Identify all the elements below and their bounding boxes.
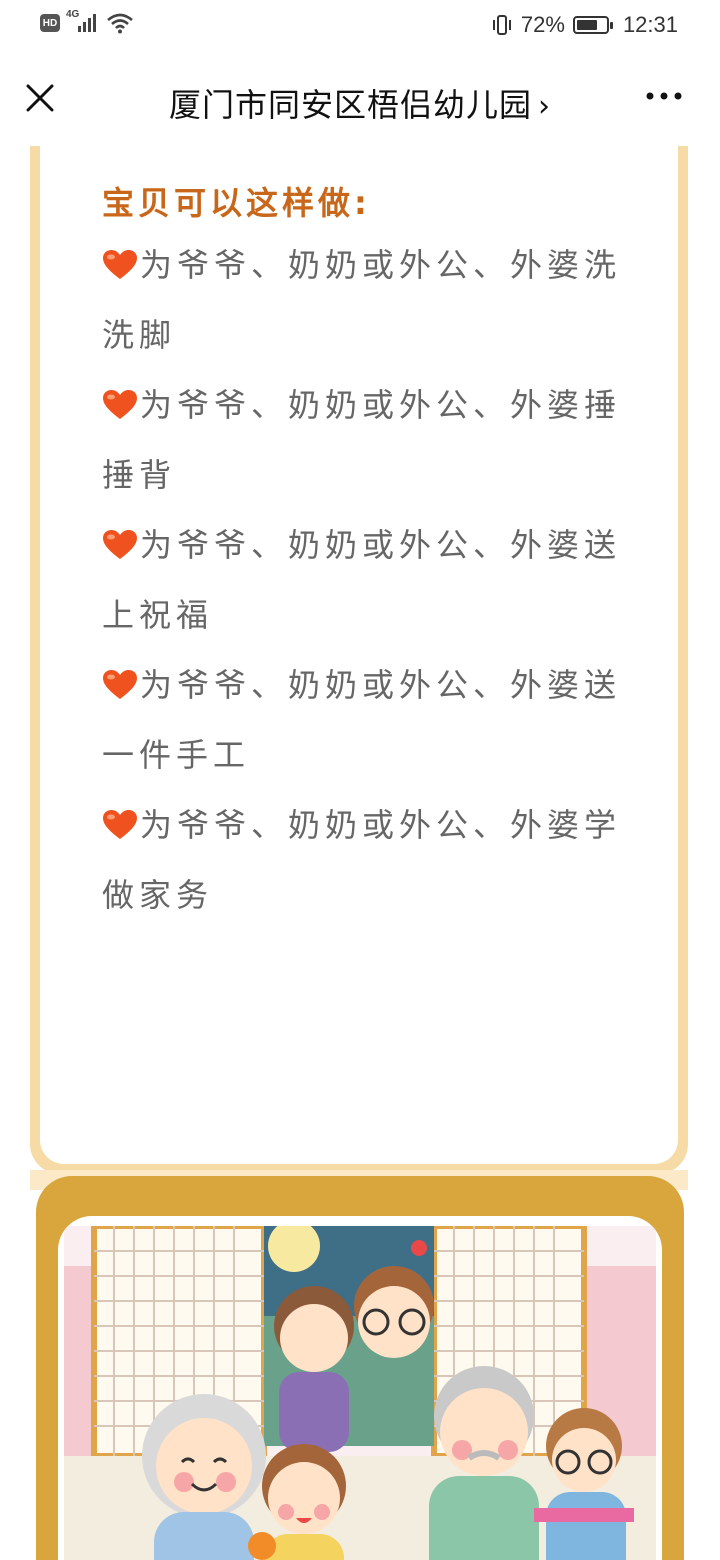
hd-icon: HD [40, 14, 60, 32]
status-left: HD 4G [40, 9, 134, 34]
list-item: 为爷爷、奶奶或外公、外婆送一件手工 [102, 650, 632, 790]
photo-container [58, 1216, 662, 1560]
list-item: 为爷爷、奶奶或外公、外婆捶捶背 [102, 370, 632, 510]
list-item-text: 为爷爷、奶奶或外公、外婆送一件手工 [102, 666, 622, 774]
signal-icon: 4G [66, 9, 100, 34]
more-icon[interactable] [644, 90, 684, 102]
article-content[interactable]: 宝贝可以这样做: 为爷爷、奶奶或外公、外婆洗洗脚 为爷爷、奶奶或外公、外婆捶捶背为… [0, 146, 720, 1560]
list-item: 为爷爷、奶奶或外公、外婆送上祝福 [102, 510, 632, 650]
heart-icon [103, 530, 137, 559]
heart-icon [103, 810, 137, 839]
list-item-text: 为爷爷、奶奶或外公、外婆捶捶背 [102, 386, 622, 494]
status-right: 72% 12:31 [491, 12, 678, 38]
page-title-text: 厦门市同安区梧侣幼儿园 [168, 86, 532, 124]
status-bar: HD 4G 72% 12:31 [0, 0, 720, 52]
photo-frame [36, 1176, 684, 1560]
list-item: 为爷爷、奶奶或外公、外婆洗洗脚 [102, 230, 632, 370]
heart-icon [103, 250, 137, 279]
activity-list: 为爷爷、奶奶或外公、外婆洗洗脚 为爷爷、奶奶或外公、外婆捶捶背 为爷爷、奶奶或外公、… [102, 230, 632, 930]
clock: 12:31 [622, 12, 678, 37]
battery-fill [576, 20, 597, 30]
page-title[interactable]: 厦门市同安区梧侣幼儿园 › [0, 80, 720, 126]
list-item-text: 为爷爷、奶奶或外公、外婆学做家务 [102, 806, 622, 914]
text-card: 宝贝可以这样做: 为爷爷、奶奶或外公、外婆洗洗脚 为爷爷、奶奶或外公、外婆捶捶背为… [40, 146, 678, 1164]
heart-icon [103, 390, 137, 419]
list-item-text: 为爷爷、奶奶或外公、外婆洗洗脚 [102, 246, 622, 354]
battery-percent: 72% [520, 12, 565, 37]
chevron-right-icon: › [538, 89, 551, 124]
vibrate-icon [492, 15, 511, 35]
title-bar: 厦门市同安区梧侣幼儿园 › [0, 52, 720, 147]
wifi-icon [107, 13, 133, 34]
section-heading: 宝贝可以这样做: [102, 184, 371, 222]
family-illustration [64, 1226, 656, 1560]
text-card-border: 宝贝可以这样做: 为爷爷、奶奶或外公、外婆洗洗脚 为爷爷、奶奶或外公、外婆捶捶背为… [30, 146, 688, 1174]
battery-icon [572, 16, 613, 34]
heart-icon [103, 670, 137, 699]
list-item: 为爷爷、奶奶或外公、外婆学做家务 [102, 790, 632, 930]
list-item-text: 为爷爷、奶奶或外公、外婆送上祝福 [102, 526, 622, 634]
